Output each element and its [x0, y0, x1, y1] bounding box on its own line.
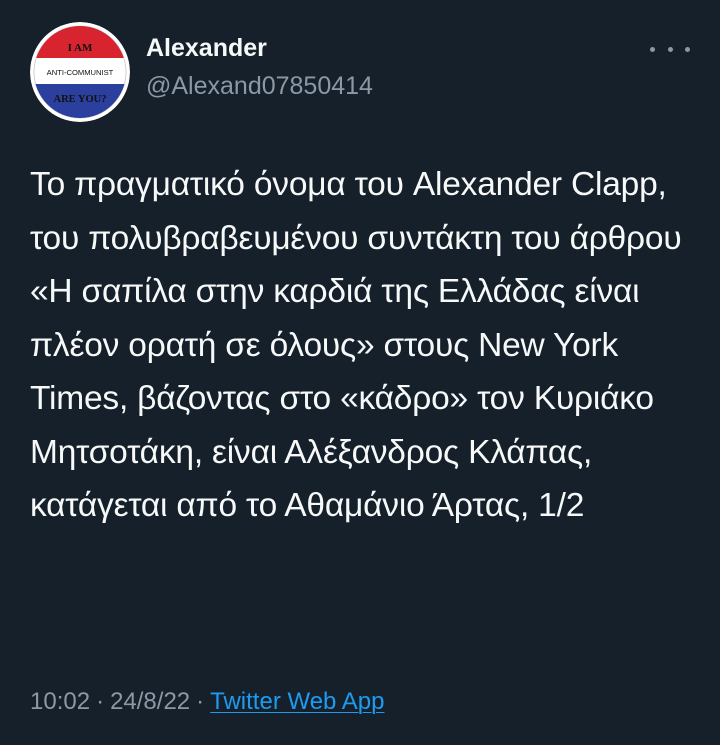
- tweet-text: Το πραγματικό όνομα του Alexander Clapp,…: [30, 166, 682, 524]
- user-handle[interactable]: @Alexand07850414: [146, 72, 373, 101]
- tweet-source-link[interactable]: Twitter Web App: [210, 688, 384, 715]
- more-horizontal-icon-dot: [685, 46, 690, 52]
- more-horizontal-icon-dot: [667, 46, 673, 52]
- tweet-date[interactable]: 24/8/22: [110, 688, 190, 715]
- avatar-text-middle: ANTI-COMMUNIST: [47, 68, 114, 77]
- avatar-text-top: I AM: [68, 42, 93, 54]
- avatar[interactable]: I AM ANTI-COMMUNIST ARE YOU?: [30, 22, 130, 122]
- more-horizontal-icon: [650, 46, 655, 52]
- tweet-card: I AM ANTI-COMMUNIST ARE YOU? Alexander @…: [0, 0, 720, 745]
- anti-communist-badge-icon: I AM ANTI-COMMUNIST ARE YOU?: [30, 22, 130, 122]
- avatar-text-bottom: ARE YOU?: [54, 94, 107, 105]
- tweet-metadata: 10:02 · 24/8/22 · Twitter Web App: [30, 688, 384, 716]
- display-name[interactable]: Alexander: [146, 34, 267, 63]
- meta-separator: ·: [96, 688, 105, 715]
- more-options-button[interactable]: [650, 38, 690, 60]
- tweet-time[interactable]: 10:02: [30, 688, 90, 715]
- meta-separator: ·: [196, 688, 205, 715]
